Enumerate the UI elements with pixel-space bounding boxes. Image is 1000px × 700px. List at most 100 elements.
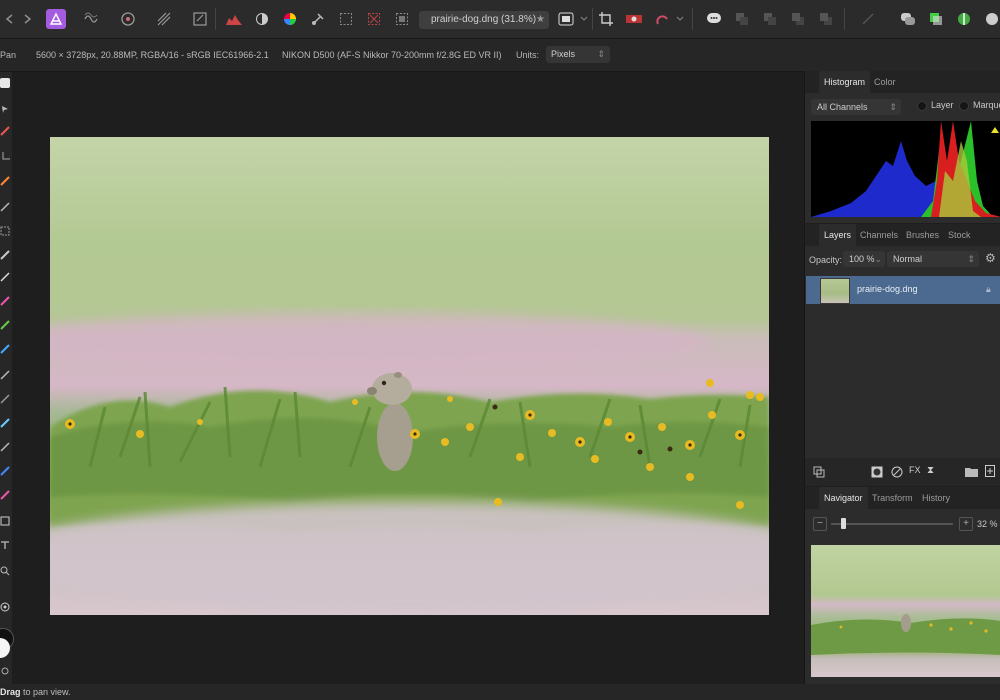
tab-history[interactable]: History xyxy=(917,487,955,509)
main-toolbar: prairie-dog.dng (31.8%) ★ xyxy=(0,0,1000,39)
zoom-slider-handle[interactable] xyxy=(841,518,846,529)
align-icon[interactable] xyxy=(858,9,878,29)
layer-options-icon[interactable] xyxy=(813,466,825,481)
favorite-star-icon[interactable]: ★ xyxy=(536,11,545,29)
blend-mode-select[interactable]: Normal ⇕ xyxy=(887,251,979,267)
histogram-graph xyxy=(811,121,1000,217)
paint-tool-icon[interactable] xyxy=(0,296,10,306)
gear-icon[interactable]: ⚙ xyxy=(985,251,996,265)
zoom-out-button[interactable]: − xyxy=(813,517,827,531)
layer-thumbnail xyxy=(820,278,850,304)
crop-tool-icon[interactable] xyxy=(0,152,10,162)
live-filter-icon[interactable]: ⧗ xyxy=(927,465,934,476)
lock-icon[interactable]: 🔒︎ xyxy=(986,284,991,295)
zoom-slider[interactable] xyxy=(831,518,953,529)
view-tool-icon[interactable] xyxy=(0,602,10,612)
brush-tool-icon[interactable] xyxy=(0,126,10,136)
units-label: Units: xyxy=(516,50,540,60)
zoom-tool-icon[interactable] xyxy=(0,566,10,576)
zoom-in-button[interactable]: + xyxy=(959,517,973,531)
opacity-field[interactable]: 100 % ⌄ xyxy=(843,251,885,267)
mask-icon[interactable] xyxy=(871,466,883,481)
layer-row[interactable]: prairie-dog.dng 🔒︎ xyxy=(806,276,1000,304)
add-layer-icon[interactable] xyxy=(985,465,995,480)
contrast-icon[interactable] xyxy=(252,9,272,29)
assistant-icon[interactable] xyxy=(704,9,724,29)
shape-tool-icon[interactable] xyxy=(0,516,10,526)
marquee-tool-icon[interactable] xyxy=(0,226,10,236)
tab-brushes[interactable]: Brushes xyxy=(901,224,944,246)
affinity-photo-logo-icon[interactable] xyxy=(46,9,66,29)
chevron-down-icon[interactable] xyxy=(674,9,686,29)
navigator-preview[interactable] xyxy=(811,545,1000,677)
studio-color-icon[interactable] xyxy=(954,9,974,29)
color-wheel-icon[interactable] xyxy=(280,9,300,29)
adjustment-icon[interactable] xyxy=(891,466,903,481)
refine-icon[interactable] xyxy=(652,9,672,29)
units-select[interactable]: Pixels ⇕ xyxy=(546,46,610,63)
arrange-back-icon[interactable] xyxy=(732,9,752,29)
document-image[interactable] xyxy=(50,137,769,615)
context-toolbar: Pan 5600 × 3728px, 20.88MP, RGBA/16 - sR… xyxy=(0,39,1000,72)
dodge-tool-icon[interactable] xyxy=(0,394,10,404)
studio-chat-icon[interactable] xyxy=(898,9,918,29)
tab-transform[interactable]: Transform xyxy=(867,487,918,509)
opacity-label: Opacity: xyxy=(809,255,843,265)
gradient-tool-icon[interactable] xyxy=(0,344,10,354)
color-picker-icon[interactable] xyxy=(982,9,1000,29)
move-tool-icon[interactable] xyxy=(0,104,10,114)
marquee-radio[interactable]: Marquee xyxy=(959,100,1000,111)
inpaint-tool-icon[interactable] xyxy=(0,442,10,452)
arrange-front-icon[interactable] xyxy=(816,9,836,29)
channel-select[interactable]: All Channels ⇕ xyxy=(811,99,901,115)
radio-dot-icon xyxy=(917,100,927,111)
blur-tool-icon[interactable] xyxy=(0,466,10,476)
arrange-forward-icon[interactable] xyxy=(788,9,808,29)
persona-liquify-icon[interactable] xyxy=(82,9,102,29)
tab-histogram[interactable]: Histogram xyxy=(819,71,871,93)
tab-stock[interactable]: Stock xyxy=(943,224,976,246)
persona-tonemapping-icon[interactable] xyxy=(154,9,174,29)
swap-colors-icon[interactable] xyxy=(0,666,10,676)
studio-layers-icon[interactable] xyxy=(926,9,946,29)
selection-tool-icon[interactable] xyxy=(0,202,10,212)
eyedropper-tool-icon[interactable] xyxy=(0,272,10,282)
tab-layers[interactable]: Layers xyxy=(819,224,857,246)
fx-icon[interactable]: FX xyxy=(909,465,921,475)
pen-tool-icon[interactable] xyxy=(0,490,10,500)
back-arrow-icon[interactable] xyxy=(0,9,20,29)
arrange-backward-icon[interactable] xyxy=(760,9,780,29)
layer-radio[interactable]: Layer xyxy=(917,100,954,111)
chevron-down-icon: ⌄ xyxy=(874,254,882,264)
tab-color[interactable]: Color xyxy=(869,71,901,93)
tools-panel xyxy=(0,72,14,684)
folder-icon[interactable] xyxy=(965,466,978,480)
snapping-icon[interactable] xyxy=(364,9,384,29)
smudge-tool-icon[interactable] xyxy=(0,418,10,428)
navigator-panel: Navigator Transform History − + 32 % xyxy=(804,487,1000,684)
marquee-icon[interactable] xyxy=(336,9,356,29)
crop-icon[interactable] xyxy=(596,9,616,29)
zoom-value: 32 % xyxy=(977,519,998,529)
tab-navigator[interactable]: Navigator xyxy=(819,487,868,509)
pan-tool-icon[interactable] xyxy=(0,78,10,88)
document-info: 5600 × 3728px, 20.88MP, RGBA/16 - sRGB I… xyxy=(36,50,269,60)
persona-export-icon[interactable] xyxy=(190,9,210,29)
clone-tool-icon[interactable] xyxy=(0,370,10,380)
text-tool-icon[interactable] xyxy=(0,540,10,550)
fill-tool-icon[interactable] xyxy=(0,320,10,330)
tab-channels[interactable]: Channels xyxy=(855,224,903,246)
document-selector[interactable]: prairie-dog.dng (31.8%) ★ xyxy=(419,11,549,29)
quickmask-icon[interactable] xyxy=(624,9,644,29)
persona-develop-icon[interactable] xyxy=(118,9,138,29)
selection-brush-icon[interactable] xyxy=(308,9,328,29)
status-hint-text: to pan view. xyxy=(20,687,71,697)
forward-arrow-icon[interactable] xyxy=(18,9,38,29)
view-mode-icon[interactable] xyxy=(556,9,576,29)
histogram-icon[interactable] xyxy=(224,9,244,29)
flood-select-icon[interactable] xyxy=(0,250,10,260)
transparency-icon[interactable] xyxy=(392,9,412,29)
paint-brush-tool-icon[interactable] xyxy=(0,176,10,186)
chevron-updown-icon: ⇕ xyxy=(967,254,975,264)
chevron-down-icon[interactable] xyxy=(578,9,590,29)
